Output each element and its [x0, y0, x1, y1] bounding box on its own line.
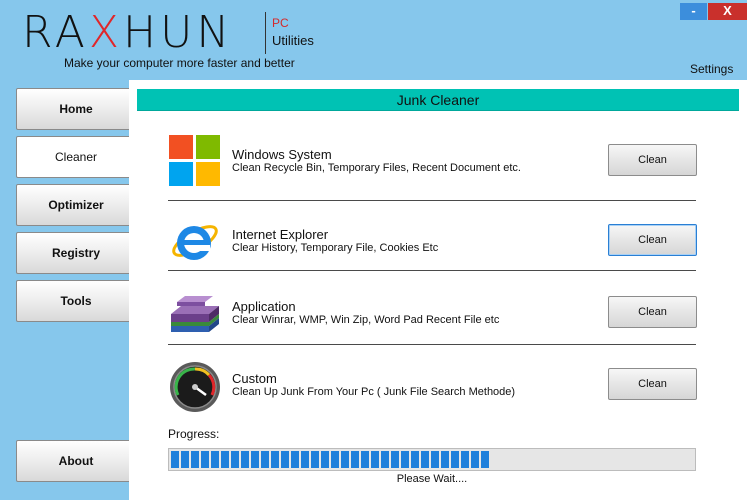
item-title-windows-system: Windows System	[232, 147, 332, 162]
clean-custom-button[interactable]: Clean	[608, 368, 697, 400]
item-desc-application: Clear Winrar, WMP, Win Zip, Word Pad Rec…	[232, 314, 500, 326]
logo-utilities-label: Utilities	[272, 33, 314, 48]
clean-windows-system-button[interactable]: Clean	[608, 144, 697, 176]
item-title-internet-explorer: Internet Explorer	[232, 227, 329, 242]
logo-text-pre: RA	[22, 7, 89, 58]
clean-internet-explorer-button[interactable]: Clean	[608, 224, 697, 256]
logo-pc-label: PC	[272, 16, 289, 30]
logo-text-x: X	[88, 7, 124, 58]
application-books-icon	[169, 288, 221, 340]
item-desc-windows-system: Clean Recycle Bin, Temporary Files, Rece…	[232, 162, 521, 174]
sidebar-item-optimizer[interactable]: Optimizer	[16, 184, 136, 226]
progress-status: Please Wait....	[396, 473, 468, 485]
separator	[168, 200, 696, 201]
logo-divider	[265, 12, 266, 54]
progress-fill	[171, 451, 489, 468]
app-logo: RAXHUN	[22, 8, 233, 58]
progress-bar	[168, 448, 696, 471]
separator	[168, 270, 696, 271]
speedometer-icon	[169, 361, 221, 413]
item-title-application: Application	[232, 299, 296, 314]
item-desc-internet-explorer: Clear History, Temporary File, Cookies E…	[232, 242, 439, 254]
junk-cleaner-panel: Junk Cleaner Windows System Clean Recycl…	[129, 80, 747, 500]
panel-title: Junk Cleaner	[137, 89, 739, 111]
sidebar-item-registry[interactable]: Registry	[16, 232, 136, 274]
minimize-button[interactable]: -	[680, 3, 707, 20]
internet-explorer-icon	[169, 215, 221, 267]
sidebar-item-tools[interactable]: Tools	[16, 280, 136, 322]
item-desc-custom: Clean Up Junk From Your Pc ( Junk File S…	[232, 386, 516, 398]
windows-logo-icon	[169, 135, 221, 187]
close-button[interactable]: X	[708, 3, 747, 20]
sidebar-item-home[interactable]: Home	[16, 88, 136, 130]
item-title-custom: Custom	[232, 371, 277, 386]
logo-text-post: HUN	[123, 7, 234, 58]
sidebar-item-cleaner[interactable]: Cleaner	[16, 136, 136, 178]
settings-link[interactable]: Settings	[690, 62, 733, 76]
progress-label: Progress:	[168, 427, 220, 441]
sidebar-item-about[interactable]: About	[16, 440, 136, 482]
tagline: Make your computer more faster and bette…	[64, 56, 295, 70]
separator	[168, 344, 696, 345]
clean-application-button[interactable]: Clean	[608, 296, 697, 328]
